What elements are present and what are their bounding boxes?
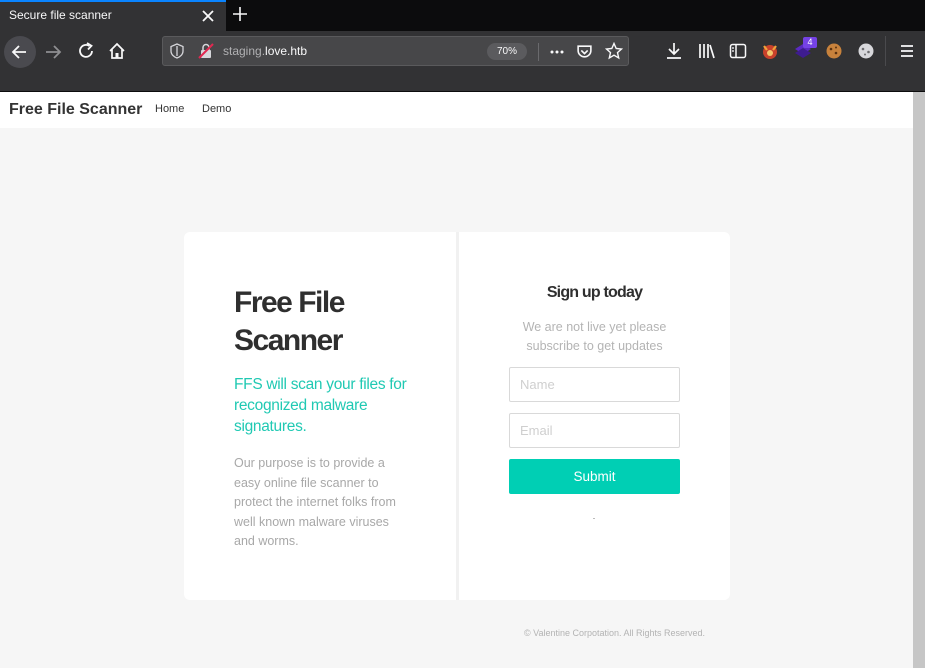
shield-icon[interactable]: [169, 43, 185, 59]
site-navbar: Free File Scanner Home Demo: [0, 92, 913, 128]
tab-title: Secure file scanner: [9, 8, 112, 22]
site-brand[interactable]: Free File Scanner: [9, 101, 142, 119]
bookmark-star-icon[interactable]: [605, 42, 623, 60]
home-icon[interactable]: [107, 41, 127, 61]
cookie-editor-icon[interactable]: [824, 41, 844, 61]
arrow-left-icon: [11, 45, 26, 59]
nav-link-demo[interactable]: Demo: [202, 103, 231, 115]
email-input[interactable]: [509, 413, 680, 448]
browser-tab-bar: Secure file scanner: [0, 0, 925, 31]
zoom-level-badge[interactable]: 70%: [487, 43, 527, 60]
web-page: Free File Scanner Home Demo Free File Sc…: [0, 92, 913, 668]
new-tab-icon[interactable]: [230, 4, 250, 24]
close-tab-icon[interactable]: [198, 6, 218, 26]
more-actions-icon[interactable]: [549, 44, 565, 60]
forward-icon[interactable]: [43, 42, 63, 62]
reload-icon[interactable]: [76, 41, 96, 61]
hamburger-menu-icon[interactable]: [897, 41, 917, 61]
url-prefix: staging.: [223, 44, 266, 58]
urlbar-separator: [538, 43, 539, 61]
hero-description: Our purpose is to provide a easy online …: [234, 456, 396, 548]
signup-title: Sign up today: [546, 284, 643, 301]
footer-copyright: © Valentine Corpotation. All Rights Rese…: [524, 628, 706, 638]
pocket-icon[interactable]: [576, 43, 593, 60]
browser-tab[interactable]: Secure file scanner: [0, 0, 226, 31]
hero-title: Free File Scanner: [234, 286, 345, 357]
toolbar-separator: [885, 36, 886, 66]
download-icon[interactable]: [664, 41, 684, 61]
page-scrollbar[interactable]: [913, 92, 925, 668]
browser-toolbar: staging.love.htb 70% 4: [0, 31, 925, 92]
extension-badge-count: 4: [803, 37, 817, 48]
hero-tagline: FFS will scan your files for recognized …: [234, 376, 407, 435]
nav-link-home[interactable]: Home: [155, 103, 184, 115]
signup-subtitle: We are not live yet please subscribe to …: [522, 320, 667, 353]
name-input[interactable]: [509, 367, 680, 402]
foxy-extension-icon[interactable]: [760, 41, 780, 61]
library-icon[interactable]: [697, 41, 717, 61]
sidebar-icon[interactable]: [728, 41, 748, 61]
status-dot: [593, 518, 595, 519]
submit-button[interactable]: Submit: [509, 459, 680, 494]
hero-card: Free File Scanner FFS will scan your fil…: [184, 232, 730, 600]
insecure-lock-icon[interactable]: [198, 43, 214, 59]
url-text[interactable]: staging.love.htb: [223, 44, 307, 58]
extension-cookie-icon[interactable]: [856, 41, 876, 61]
back-button[interactable]: [4, 36, 36, 68]
address-bar[interactable]: staging.love.htb 70%: [162, 36, 629, 66]
url-host: love.htb: [265, 44, 308, 58]
